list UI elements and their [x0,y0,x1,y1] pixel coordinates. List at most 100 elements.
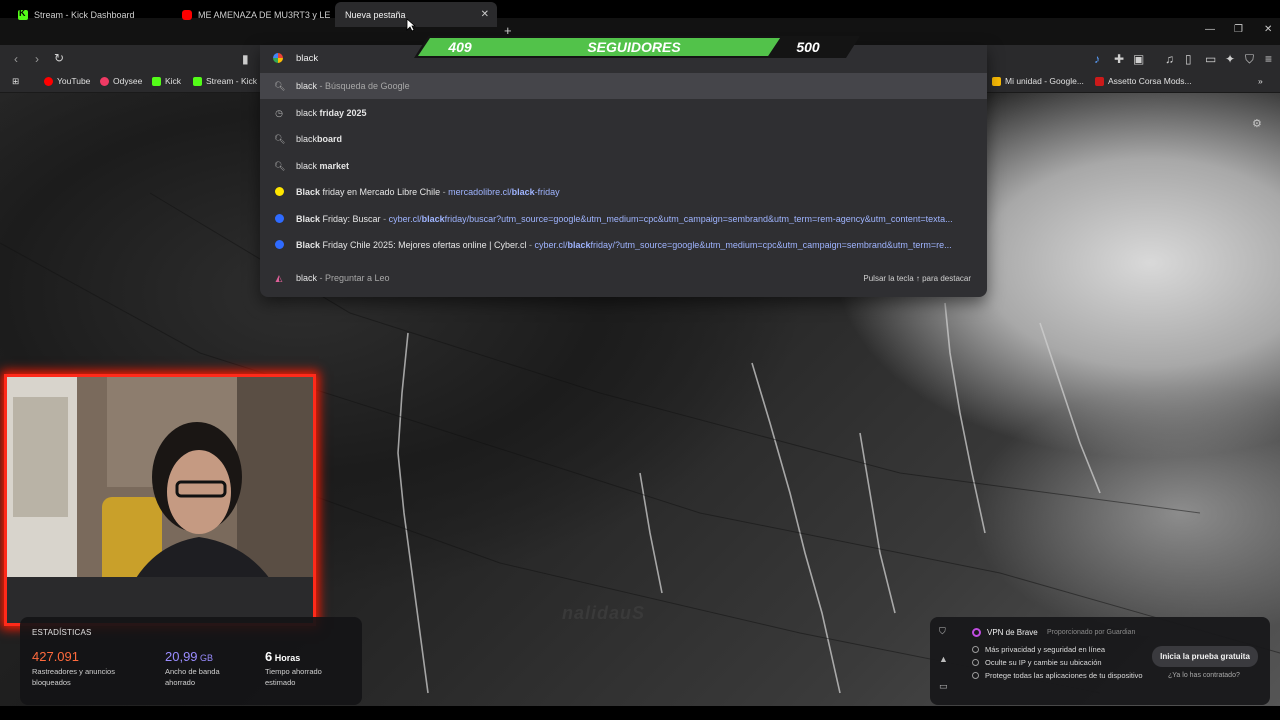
tab-kick-dashboard[interactable]: Stream - Kick Dashboard [8,2,173,27]
stat-label-line: Tiempo ahorrado [265,667,322,676]
stat-time-saved: 6 Horas Tiempo ahorrado estimado [265,649,322,688]
vpn-feature: Oculte su IP y cambie su ubicación [972,658,1102,667]
tab-new-tab[interactable]: Nueva pestaña ✕ [335,2,497,27]
kick-icon [18,8,28,20]
bookmark-label: Odysee [113,76,143,86]
address-bar-text[interactable]: black [296,53,318,64]
follower-goal-bar: 409 SEGUIDORES 500 [414,36,860,58]
shield-icon[interactable]: ⛉ [939,626,946,637]
forward-icon[interactable]: › [35,52,39,66]
more-bookmarks-icon[interactable]: » [1258,76,1263,86]
mercadolibre-icon [274,187,284,198]
suggestion-cyber-buscar[interactable]: Black Friday: Buscar - cyber.cl/blackfri… [260,206,987,232]
check-icon [972,659,979,666]
bookmark-label: Kick [165,76,182,86]
close-window-icon[interactable]: ✕ [1264,24,1272,35]
bookmark-assetto-corsa[interactable]: Assetto Corsa Mods... [1095,76,1192,86]
bookmark-label: Assetto Corsa Mods... [1108,76,1192,86]
stat-value: 427.091 [32,649,115,664]
bookmark-odysee[interactable]: Odysee [100,76,142,86]
cards-icon[interactable]: ▭ [939,681,948,692]
suggestion-subtitle: - Búsqueda de Google [317,81,410,91]
suggestion-search-google[interactable]: 🔍︎ black - Búsqueda de Google [260,73,987,99]
speechify-icon[interactable]: ♪ [1094,52,1100,66]
reload-icon[interactable]: ↻ [54,51,64,65]
keyboard-hint: Pulsar la tecla ↑ para destacar [863,274,971,283]
start-trial-button[interactable]: Inicia la prueba gratuita [1152,646,1258,667]
media-icon[interactable]: ♫ [1165,52,1174,66]
tab-youtube-video[interactable]: ME AMENAZA DE MU3RT3 y LE SALE [172,2,332,27]
suggestion-url: friday/?utm_source=google&utm_medium=cpc… [590,240,952,250]
suggestion-url-match: black [567,240,591,250]
separator: - [440,187,449,197]
webcam-feed [7,377,313,623]
follower-goal: 500 [796,39,820,55]
customize-gear-icon[interactable]: ⚙ [1252,117,1262,130]
vpn-feature-text: Protege todas las aplicaciones de tu dis… [985,671,1143,680]
bookmark-youtube[interactable]: YouTube [44,76,90,86]
kick-icon [193,76,202,86]
suggestion-text: Black [296,187,321,197]
bookmark-label: Stream - Kick D [206,76,266,86]
vpn-icon[interactable]: ▲ [939,654,948,664]
bookmark-google-drive[interactable]: Mi unidad - Google... [992,76,1084,86]
bookmark-icon[interactable]: ▮ [242,52,249,66]
vpn-feature-text: Más privacidad y seguridad en línea [985,645,1106,654]
suggestion-text: Black [296,214,321,224]
bookmark-kick[interactable]: Kick [152,76,181,86]
menu-icon[interactable]: ≡ [1265,52,1272,66]
back-icon[interactable]: ‹ [14,52,18,66]
history-icon: ◷ [275,108,283,118]
kick-icon [152,76,161,86]
maximize-icon[interactable]: ❐ [1234,24,1243,35]
suggestion-mercadolibre[interactable]: Black friday en Mercado Libre Chile - me… [260,179,987,205]
extensions-icon[interactable]: ✚ [1114,52,1124,66]
stat-unit: GB [197,653,214,663]
stat-label-line: ahorrado [165,678,196,687]
suggestion-title: Friday Chile 2025: Mejores ofertas onlin… [320,240,527,250]
leo-ai-icon[interactable]: ✦ [1225,52,1235,66]
stats-title: ESTADÍSTICAS [32,628,92,637]
suggestion-title: friday en Mercado Libre Chile [320,187,441,197]
suggestion-completion: board [317,134,343,144]
suggestion-text: black [296,273,318,283]
suggestion-text: Black [296,240,321,250]
vpn-provider: Proporcionado por Guardian [1047,629,1136,636]
screenshot-icon[interactable]: ▣ [1133,52,1144,66]
shield-icon[interactable]: ⛉ [1245,52,1254,67]
stat-bandwidth: 20,99 GB Ancho de banda ahorrado [165,649,220,688]
suggestion-url: cyber.cl/ [388,214,422,224]
suggestion-subtitle: - Preguntar a Leo [317,273,390,283]
google-drive-icon [992,76,1001,86]
vpn-feature: Más privacidad y seguridad en línea [972,645,1105,654]
suggestion-history[interactable]: ◷ black friday 2025 [260,100,987,126]
vpn-title-text: VPN de Brave [987,628,1038,637]
suggestion-cyber-chile[interactable]: Black Friday Chile 2025: Mejores ofertas… [260,232,987,258]
close-tab-icon[interactable]: ✕ [481,9,489,20]
suggestion-url: cyber.cl/ [534,240,568,250]
already-subscribed-link[interactable]: ¿Ya lo has contratado? [1168,672,1240,679]
suggestion-search[interactable]: 🔍︎ black market [260,153,987,179]
stat-label-line: bloqueados [32,678,71,687]
suggestion-search[interactable]: 🔍︎ blackboard [260,126,987,152]
vpn-feature: Protege todas las aplicaciones de tu dis… [972,671,1143,680]
widget-sidebar: ⛉ ▲ ▭ [930,617,958,705]
apps-grid-icon[interactable]: ⊞ [12,76,19,87]
sidebar-icon[interactable]: ▯ [1185,52,1192,66]
leo-icon: ◭ [275,273,283,283]
tab-label: Stream - Kick Dashboard [34,9,135,20]
bookmark-kick-stream[interactable]: Stream - Kick D [193,76,266,86]
vpn-title: VPN de Brave [972,628,1038,637]
mouse-cursor-icon [406,18,416,32]
search-icon: 🔍︎ [274,161,286,171]
suggestion-url-match: black [421,214,445,224]
wallet-icon[interactable]: ▭ [1205,52,1216,66]
minimize-icon[interactable]: — [1205,24,1215,35]
privacy-stats-panel: ESTADÍSTICAS 427.091 Rastreadores y anun… [20,617,362,705]
suggestion-url: mercadolibre.cl/ [448,187,512,197]
google-icon [273,53,283,63]
follower-current: 409 [447,39,472,55]
suggestion-completion: market [319,161,350,171]
suggestion-ask-leo[interactable]: ◭ black - Preguntar a Leo Pulsar la tecl… [260,265,987,291]
suggestion-url: friday/buscar?utm_source=google&utm_medi… [444,214,953,224]
